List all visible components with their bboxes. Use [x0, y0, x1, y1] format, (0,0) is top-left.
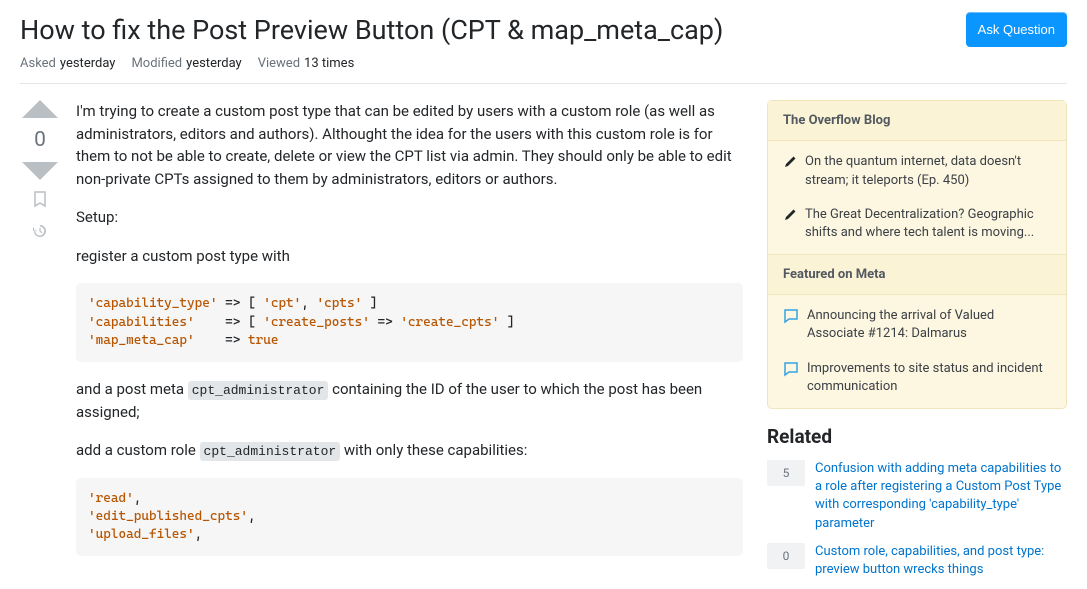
- blog-item[interactable]: The Great Decentralization? Geographic s…: [768, 198, 1066, 250]
- paragraph: and a post meta cpt_administrator contai…: [76, 378, 743, 423]
- upvote-button[interactable]: [22, 100, 58, 118]
- bookmark-icon: [31, 190, 49, 208]
- post-body: I'm trying to create a custom post type …: [76, 100, 743, 589]
- related-item: 5 Confusion with adding meta capabilitie…: [767, 460, 1067, 533]
- related-score: 0: [767, 543, 805, 569]
- related-item: 0 Custom role, capabilities, and post ty…: [767, 543, 1067, 579]
- vote-controls: 0: [20, 100, 60, 589]
- speech-bubble-icon: [783, 308, 799, 324]
- question-meta: Asked yesterday Modified yesterday Viewed 1…: [20, 48, 1067, 84]
- paragraph: I'm trying to create a custom post type …: [76, 100, 743, 190]
- related-score: 5: [767, 460, 805, 486]
- code-block: 'read', 'edit_published_cpts', 'upload_f…: [76, 478, 743, 557]
- asked-label: Asked: [20, 56, 56, 71]
- page-title: How to fix the Post Preview Button (CPT …: [20, 12, 723, 48]
- pencil-icon: [783, 208, 797, 222]
- meta-item[interactable]: Improvements to site status and incident…: [768, 352, 1066, 404]
- overflow-blog-header: The Overflow Blog: [768, 101, 1066, 141]
- meta-item[interactable]: Announcing the arrival of Valued Associa…: [768, 299, 1066, 351]
- speech-bubble-icon: [783, 361, 799, 377]
- featured-meta-header: Featured on Meta: [768, 254, 1066, 295]
- history-button[interactable]: [31, 222, 49, 244]
- bookmark-button[interactable]: [31, 190, 49, 212]
- viewed-label: Viewed: [258, 56, 300, 71]
- pencil-icon: [783, 155, 797, 169]
- paragraph: Setup:: [76, 206, 743, 229]
- paragraph: register a custom post type with: [76, 245, 743, 268]
- paragraph: add a custom role cpt_administrator with…: [76, 439, 743, 462]
- vote-count: 0: [34, 128, 46, 152]
- inline-code: cpt_administrator: [188, 381, 329, 400]
- sidebar-bulletin: The Overflow Blog On the quantum interne…: [767, 100, 1067, 409]
- related-link[interactable]: Custom role, capabilities, and post type…: [815, 543, 1067, 579]
- asked-value: yesterday: [60, 56, 116, 71]
- inline-code: cpt_administrator: [200, 442, 341, 461]
- history-icon: [31, 222, 49, 240]
- viewed-value: 13 times: [304, 56, 354, 71]
- modified-value: yesterday: [186, 56, 242, 71]
- modified-label: Modified: [131, 56, 182, 71]
- ask-question-button[interactable]: Ask Question: [966, 12, 1067, 47]
- related-link[interactable]: Confusion with adding meta capabilities …: [815, 460, 1067, 533]
- blog-item[interactable]: On the quantum internet, data doesn't st…: [768, 145, 1066, 197]
- downvote-button[interactable]: [22, 162, 58, 180]
- code-block: 'capability_type' => [ 'cpt', 'cpts' ] '…: [76, 283, 743, 362]
- related-header: Related: [767, 425, 1067, 448]
